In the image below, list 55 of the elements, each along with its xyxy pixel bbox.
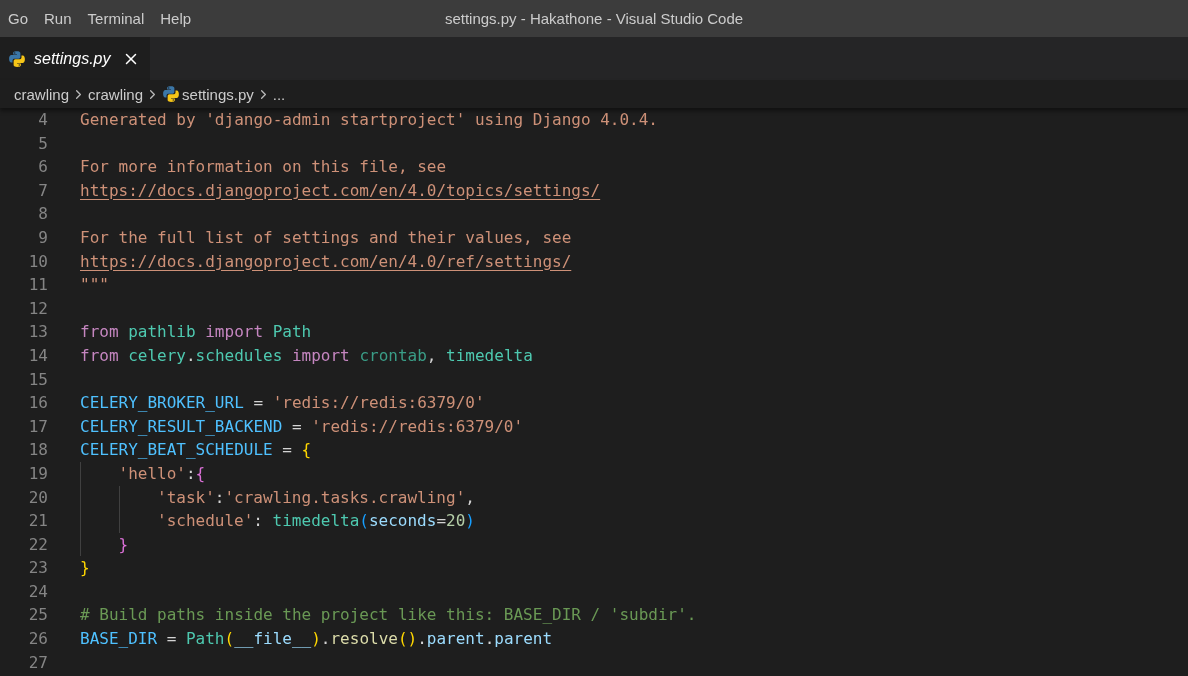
code-line: from celery.schedules import crontab, timedelta xyxy=(80,344,533,367)
line-number: 20 xyxy=(27,486,48,509)
code-line: For more information on this file, see xyxy=(80,156,447,179)
code-line: """ xyxy=(80,274,109,297)
breadcrumb-item[interactable]: crawling xyxy=(88,85,144,103)
line-number: 6 xyxy=(37,156,48,179)
line-number: 23 xyxy=(27,557,48,580)
line-number: 19 xyxy=(27,462,48,485)
line-number: 8 xyxy=(37,203,48,226)
line-number: 18 xyxy=(27,439,48,462)
line-number: 7 xyxy=(37,179,48,202)
line-number: 21 xyxy=(27,510,48,533)
code-line: BASE_DIR = Path(__file__).resolve().parent.parent xyxy=(80,628,553,651)
line-number: 5 xyxy=(37,132,48,155)
line-number: 16 xyxy=(27,392,48,415)
code-link[interactable]: https://docs.djangoproject.com/en/4.0/topics/settings/ xyxy=(80,178,601,203)
code-line: # Build paths inside the project like this: BASE_DIR / 'subdir'. xyxy=(80,604,697,627)
line-number: 17 xyxy=(27,415,48,438)
line-number: 15 xyxy=(27,368,48,391)
line-number: 9 xyxy=(37,226,48,249)
menu-item[interactable]: Help xyxy=(152,0,200,37)
line-number: 22 xyxy=(27,533,48,556)
python-icon xyxy=(8,49,26,68)
line-number: 4 xyxy=(37,109,48,131)
code-line: 'schedule': timedelta(seconds=20) xyxy=(157,510,475,533)
code-line: from pathlib import Path xyxy=(80,321,312,344)
line-number: 12 xyxy=(27,297,48,320)
menu-item[interactable]: Go xyxy=(0,0,36,37)
menu-item[interactable]: Terminal xyxy=(79,0,153,37)
code-line: CELERY_BEAT_SCHEDULE = { xyxy=(80,439,312,462)
window-title: settings.py - Hakathone - Visual Studio Code xyxy=(444,10,744,27)
code-line: CELERY_RESULT_BACKEND = 'redis://redis:6379/0' xyxy=(80,415,524,438)
code-line: } xyxy=(118,533,129,556)
line-number: 25 xyxy=(27,604,48,627)
code-line: For the full list of settings and their values, see xyxy=(80,226,572,249)
breadcrumb-item[interactable]: settings.py xyxy=(182,85,254,103)
menu-item[interactable]: Run xyxy=(36,0,80,37)
python-icon xyxy=(162,85,181,103)
code-line: CELERY_BROKER_URL = 'redis://redis:6379/0' xyxy=(80,392,485,415)
line-number: 14 xyxy=(27,344,48,367)
code-link[interactable]: https://docs.djangoproject.com/en/4.0/ref/settings/ xyxy=(80,249,572,274)
line-number: 24 xyxy=(27,580,48,603)
editor-tab[interactable]: settings.py xyxy=(0,37,151,80)
code-line: 'task':'crawling.tasks.crawling', xyxy=(157,486,475,509)
line-number: 11 xyxy=(27,274,48,297)
breadcrumb-item[interactable]: crawling xyxy=(14,85,70,103)
line-number: 26 xyxy=(27,628,48,651)
code-line: Generated by 'django-admin startproject' using Django 4.0.4. xyxy=(80,109,658,131)
line-number: 13 xyxy=(27,321,48,344)
line-number: 27 xyxy=(27,651,48,674)
line-number: 10 xyxy=(27,250,48,273)
code-line: 'hello':{ xyxy=(118,462,206,485)
tab-label: settings.py xyxy=(34,49,111,68)
breadcrumb-item[interactable]: ... xyxy=(272,85,286,103)
code-line: } xyxy=(80,557,90,580)
